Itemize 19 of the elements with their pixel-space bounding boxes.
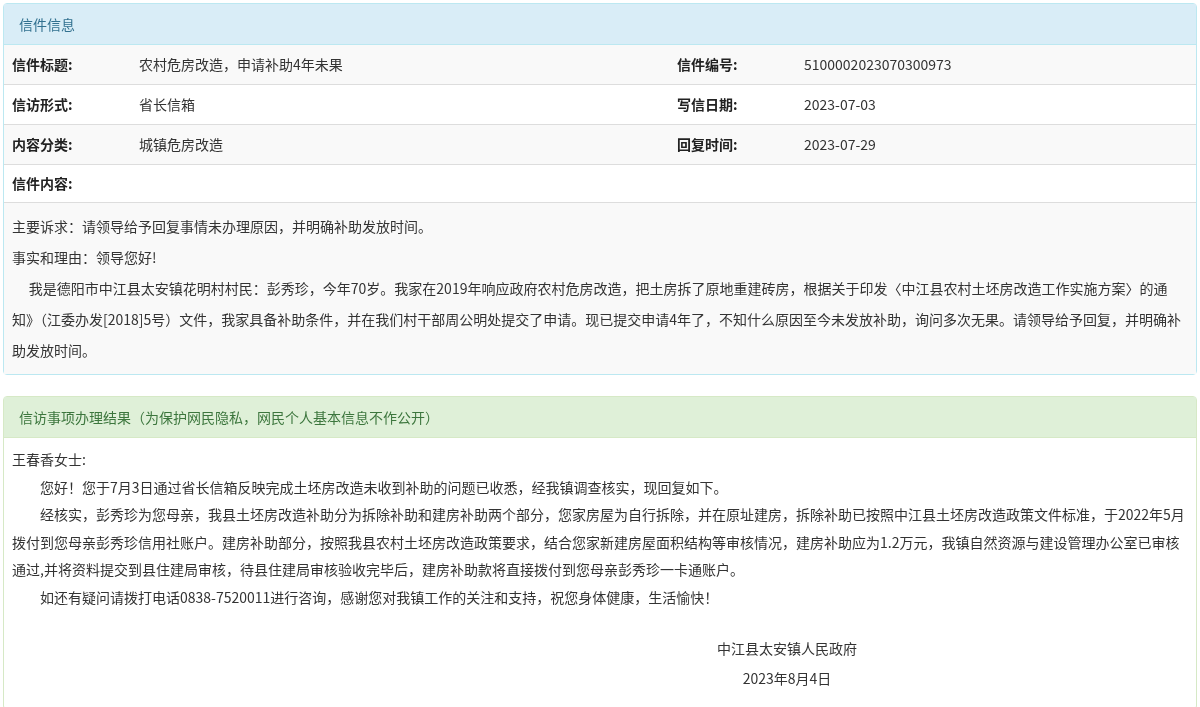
- signature: 中江县太安镇人民政府: [716, 637, 858, 660]
- field-value: 5100002023070300973: [796, 45, 1196, 85]
- field-label: 信件编号:: [669, 45, 796, 85]
- letter-paragraph: 我是德阳市中江县太安镇花明村村民：彭秀珍，今年70岁。我家在2019年响应政府农村危房改造，把土房拆了原地重建砖房，根据关于印发〈中江县农村土坯房改造工作实施方案〉的通知》（江委办发[2018]5号）文件，我家具备补助条件，并在我们村干部周公明处提交了申请。现已提交申请4年了，不知什么原因至今未发放补助，询问多次无果。请领导给予回复，并明确补助发放时间。: [12, 277, 1183, 362]
- field-label: 信件标题:: [4, 45, 131, 85]
- field-label: 内容分类:: [4, 125, 131, 165]
- panel-title: 信访事项办理结果（为保护网民隐私，网民个人基本信息不作公开）: [4, 397, 1196, 438]
- field-value: 2023-07-29: [796, 125, 1196, 165]
- field-value: 农村危房改造，申请补助4年未果: [131, 45, 669, 85]
- letter-paragraph: 事实和理由：领导您好!: [12, 246, 158, 269]
- salutation: 王春香女士:: [12, 448, 87, 471]
- reply-date: 2023年8月4日: [741, 667, 833, 690]
- reply-paragraph: 如还有疑问请拨打电话0838-7520011进行咨询，感谢您对我镇工作的关注和支持，祝您身体健康，生活愉快！: [39, 585, 720, 609]
- field-value: 城镇危房改造: [131, 125, 669, 165]
- panel-title: 信件信息: [4, 4, 1196, 45]
- field-label: 回复时间:: [669, 125, 796, 165]
- letter-paragraph: 主要诉求：请领导给予回复事情未办理原因，并明确补助发放时间。: [12, 215, 433, 238]
- reply-paragraph: 经核实，彭秀珍为您母亲，我县土坯房改造补助分为拆除补助和建房补助两个部分，您家房屋为自行拆除，并在原址建房，拆除补助已按照中江县土坯房改造政策文件标准，于2022年5月拨付到您母亲彭秀珍信用社账户。建房补助部分，按照我县农村土坯房改造政策要求，结合您家新建房屋面积结构等审核情况，建房补助应为1.2万元，我镇自然资源与建设管理办公室已审核通过,并将资料提交到县住建局审核，待县住建局审核验收完毕后，建房补助款将直接拨付到您母亲彭秀珍一卡通账户。: [12, 503, 1186, 581]
- reply-paragraph: 您好！您于7月3日通过省长信箱反映完成土坯房改造未收到补助的问题已收悉，经我镇调查核实，现回复如下。: [39, 475, 729, 499]
